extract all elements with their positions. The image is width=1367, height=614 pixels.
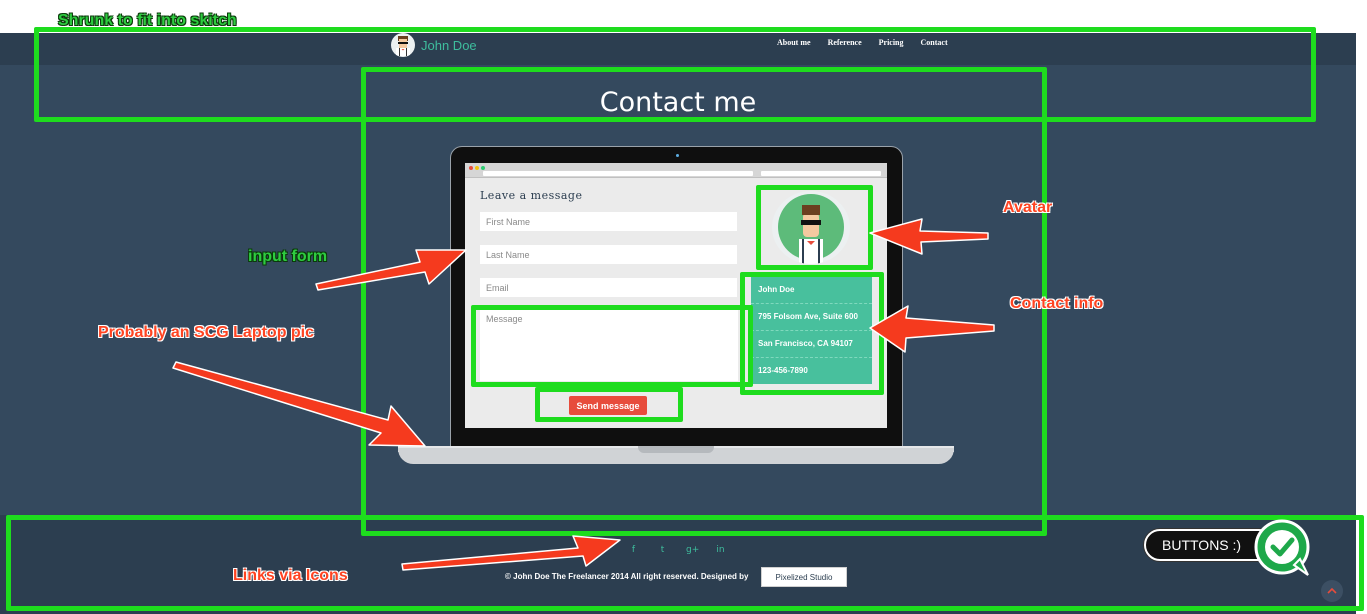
browser-search-bar [761, 171, 881, 176]
page-title: Contact me [599, 87, 757, 118]
navbar [0, 33, 1356, 65]
contact-address: 795 Folsom Ave, Suite 600 [751, 304, 872, 331]
message-field[interactable] [480, 309, 738, 381]
copyright-text: © John Doe The Freelancer 2014 All right… [505, 572, 749, 581]
brand-name: John Doe [421, 37, 477, 53]
browser-close-dot [469, 166, 473, 170]
browser-minimize-dot [475, 166, 479, 170]
nav-link-reference[interactable]: Reference [828, 38, 862, 47]
last-name-field[interactable] [480, 245, 737, 264]
social-links: f t g+ in [628, 545, 726, 555]
nav-link-pricing[interactable]: Pricing [879, 38, 904, 47]
nav-link-about[interactable]: About me [777, 38, 811, 47]
annotation-contact-info: Contact info [1010, 295, 1104, 312]
nav-link-contact[interactable]: Contact [921, 38, 948, 47]
browser-url-bar [483, 171, 753, 176]
annotation-laptop: Probably an SCG Laptop pic [98, 324, 315, 341]
browser-bar [465, 163, 887, 178]
scroll-top-button[interactable] [1321, 580, 1343, 602]
contact-info-card: John Doe 795 Folsom Ave, Suite 600 San F… [751, 277, 872, 384]
contact-phone: 123-456-7890 [758, 366, 808, 375]
twitter-icon[interactable]: t [657, 545, 668, 555]
annotation-avatar: Avatar [1003, 199, 1053, 216]
checkmark-icon [1254, 519, 1310, 576]
send-message-button[interactable]: Send message [569, 396, 647, 415]
contact-name: John Doe [751, 277, 872, 304]
brand[interactable]: John Doe [391, 33, 477, 57]
hipster-avatar-icon [778, 194, 844, 264]
brand-avatar [391, 33, 415, 57]
avatar [772, 191, 850, 264]
laptop-notch [638, 446, 714, 453]
chevron-up-icon [1327, 587, 1337, 594]
google-plus-icon[interactable]: g+ [686, 545, 699, 555]
annotation-links: Links via Icons [233, 567, 348, 584]
facebook-icon[interactable]: f [628, 545, 639, 555]
contact-city: San Francisco, CA 94107 [751, 331, 872, 358]
form-heading: Leave a message [480, 189, 583, 202]
hipster-avatar-icon [396, 36, 410, 56]
linkedin-icon[interactable]: in [715, 545, 726, 555]
annotation-shrunk: Shrunk to fit into skitch [58, 12, 237, 29]
first-name-field[interactable] [480, 212, 737, 231]
nav-links: About me Reference Pricing Contact [777, 38, 948, 47]
email-field[interactable] [480, 278, 737, 297]
annotation-input-form: input form [248, 248, 328, 265]
laptop-camera [676, 154, 679, 157]
pixelized-studio-button[interactable]: Pixelized Studio [761, 567, 847, 587]
browser-maximize-dot [481, 166, 485, 170]
